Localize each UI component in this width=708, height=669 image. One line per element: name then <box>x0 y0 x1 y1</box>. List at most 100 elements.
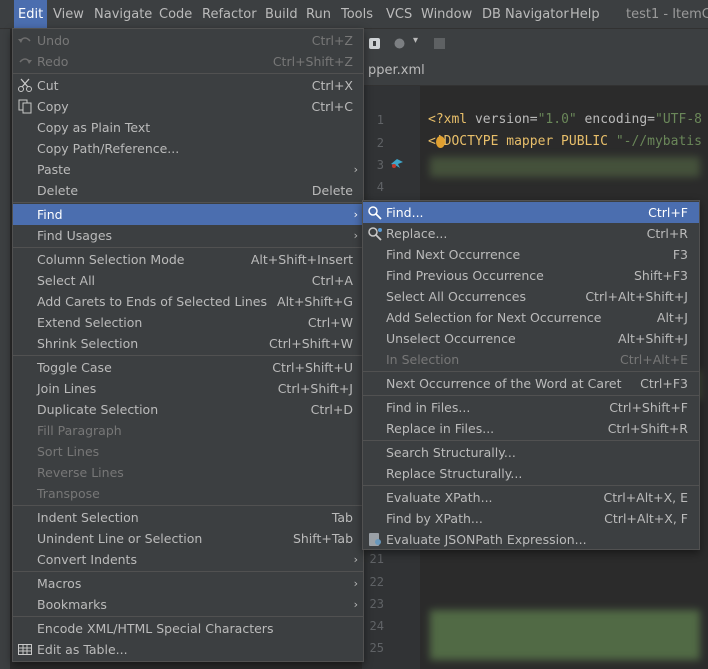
menu-help[interactable]: Help <box>570 0 600 28</box>
menu-item-find-in-files[interactable]: Find in Files... Ctrl+Shift+F <box>363 397 699 418</box>
chevron-right-icon: › <box>353 208 358 221</box>
menu-navigate[interactable]: Navigate <box>94 0 152 28</box>
menu-item-encode-xml[interactable]: Encode XML/HTML Special Characters <box>13 618 363 639</box>
menu-item-redo[interactable]: Redo Ctrl+Shift+Z <box>13 51 363 72</box>
menu-item-select-all[interactable]: Select All Ctrl+A <box>13 270 363 291</box>
redacted-code <box>430 157 700 177</box>
menu-item-copy-plain-text[interactable]: Copy as Plain Text <box>13 117 363 138</box>
menu-item-sort-lines[interactable]: Sort Lines <box>13 441 363 462</box>
menu-item-find-next[interactable]: Find Next Occurrence F3 <box>363 244 699 265</box>
replace-icon <box>368 227 382 241</box>
menu-separator <box>13 202 363 203</box>
menu-item-add-carets[interactable]: Add Carets to Ends of Selected Lines Alt+… <box>13 291 363 312</box>
menu-build[interactable]: Build <box>265 0 298 28</box>
menu-tools[interactable]: Tools <box>341 0 373 28</box>
menu-separator <box>13 505 363 506</box>
menu-vcs[interactable]: VCS <box>386 0 412 28</box>
menu-item-unselect-occurrence[interactable]: Unselect Occurrence Alt+Shift+J <box>363 328 699 349</box>
scissors-icon <box>18 78 32 92</box>
menu-item-column-selection-mode[interactable]: Column Selection Mode Alt+Shift+Insert <box>13 249 363 270</box>
menu-item-search-structurally[interactable]: Search Structurally... <box>363 442 699 463</box>
menu-separator <box>13 355 363 356</box>
search-icon <box>368 206 382 220</box>
menu-item-duplicate-selection[interactable]: Duplicate Selection Ctrl+D <box>13 399 363 420</box>
menu-item-shrink-selection[interactable]: Shrink Selection Ctrl+Shift+W <box>13 333 363 354</box>
menu-item-extend-selection[interactable]: Extend Selection Ctrl+W <box>13 312 363 333</box>
menu-separator <box>13 571 363 572</box>
menu-item-join-lines[interactable]: Join Lines Ctrl+Shift+J <box>13 378 363 399</box>
line-number: 22 <box>369 575 384 589</box>
menu-item-in-selection[interactable]: In Selection Ctrl+Alt+E <box>363 349 699 370</box>
table-icon <box>18 644 32 655</box>
find-submenu: Find... Ctrl+F Replace... Ctrl+R Find Next… <box>362 200 700 550</box>
debug-icon[interactable] <box>368 37 381 50</box>
edit-menu: Undo Ctrl+Z Redo Ctrl+Shift+Z Cut Ctrl+X Co… <box>12 28 364 662</box>
menu-item-evaluate-jsonpath[interactable]: Evaluate JSONPath Expression... <box>363 529 699 550</box>
menu-view[interactable]: View <box>53 0 84 28</box>
menu-separator <box>13 73 363 74</box>
menu-edit[interactable]: Edit <box>14 0 48 28</box>
menu-item-undo[interactable]: Undo Ctrl+Z <box>13 30 363 51</box>
menu-item-select-all-occurrences[interactable]: Select All Occurrences Ctrl+Alt+Shift+J <box>363 286 699 307</box>
menu-item-copy-path[interactable]: Copy Path/Reference... <box>13 138 363 159</box>
chevron-right-icon: › <box>353 163 358 176</box>
menu-code[interactable]: Code <box>159 0 192 28</box>
chevron-right-icon: › <box>353 577 358 590</box>
jsonpath-icon <box>369 533 381 546</box>
lightbulb-icon[interactable] <box>436 136 445 148</box>
menu-item-find-usages[interactable]: Find Usages › <box>13 225 363 246</box>
menu-separator <box>363 395 699 396</box>
menu-item-fill-paragraph[interactable]: Fill Paragraph <box>13 420 363 441</box>
toolbar: ▾ <box>360 29 708 59</box>
menu-item-bookmarks[interactable]: Bookmarks › <box>13 594 363 615</box>
menu-item-transpose[interactable]: Transpose <box>13 483 363 504</box>
menu-item-copy[interactable]: Copy Ctrl+C <box>13 96 363 117</box>
menu-refactor[interactable]: Refactor <box>202 0 257 28</box>
menu-separator <box>363 440 699 441</box>
line-number: 2 <box>376 136 384 150</box>
stop-icon[interactable] <box>433 37 446 50</box>
menu-item-indent-selection[interactable]: Indent Selection Tab <box>13 507 363 528</box>
menu-item-add-selection-next[interactable]: Add Selection for Next Occurrence Alt+J <box>363 307 699 328</box>
line-number: 24 <box>369 619 384 633</box>
menu-item-find-previous[interactable]: Find Previous Occurrence Shift+F3 <box>363 265 699 286</box>
menu-item-edit-as-table[interactable]: Edit as Table... <box>13 639 363 660</box>
coverage-icon[interactable] <box>393 37 406 50</box>
menu-item-replace[interactable]: Replace... Ctrl+R <box>363 223 699 244</box>
menu-item-macros[interactable]: Macros › <box>13 573 363 594</box>
line-number: 23 <box>369 597 384 611</box>
editor-tabs: pper.xml <box>360 59 708 86</box>
menu-item-unindent[interactable]: Unindent Line or Selection Shift+Tab <box>13 528 363 549</box>
menu-item-toggle-case[interactable]: Toggle Case Ctrl+Shift+U <box>13 357 363 378</box>
menu-item-convert-indents[interactable]: Convert Indents › <box>13 549 363 570</box>
menu-item-replace-in-files[interactable]: Replace in Files... Ctrl+Shift+R <box>363 418 699 439</box>
chevron-right-icon: › <box>353 229 358 242</box>
project-panel-edge <box>0 29 10 669</box>
code-line-1: <?xml version="1.0" encoding="UTF-8 <box>428 112 702 127</box>
menu-run[interactable]: Run <box>306 0 331 28</box>
menu-item-paste[interactable]: Paste › <box>13 159 363 180</box>
menu-window[interactable]: Window <box>421 0 472 28</box>
menu-item-evaluate-xpath[interactable]: Evaluate XPath... Ctrl+Alt+X, E <box>363 487 699 508</box>
menu-item-reverse-lines[interactable]: Reverse Lines <box>13 462 363 483</box>
menu-bar: e Edit View Navigate Code Refactor Build… <box>0 0 708 29</box>
menu-item-delete[interactable]: Delete Delete <box>13 180 363 201</box>
line-number: 1 <box>376 113 384 127</box>
menu-separator <box>13 616 363 617</box>
copy-icon <box>18 99 32 114</box>
chevron-right-icon: › <box>353 553 358 566</box>
menu-db-navigator[interactable]: DB Navigator <box>482 0 569 28</box>
window-title: test1 - ItemCa <box>626 7 708 22</box>
menu-item-replace-structurally[interactable]: Replace Structurally... <box>363 463 699 484</box>
menu-item-cut[interactable]: Cut Ctrl+X <box>13 75 363 96</box>
line-number: 4 <box>376 180 384 194</box>
mybatis-bird-icon <box>390 156 404 170</box>
chevron-down-icon[interactable]: ▾ <box>413 35 418 46</box>
menu-item-find[interactable]: Find › <box>13 204 363 225</box>
menu-item-find-by-xpath[interactable]: Find by XPath... Ctrl+Alt+X, F <box>363 508 699 529</box>
undo-icon <box>18 37 31 43</box>
menu-item-next-word-occurrence[interactable]: Next Occurrence of the Word at Caret Ctrl… <box>363 373 699 394</box>
menu-item-find-dialog[interactable]: Find... Ctrl+F <box>363 202 699 223</box>
tab-mapper-xml[interactable]: pper.xml <box>368 63 425 78</box>
chevron-right-icon: › <box>353 598 358 611</box>
